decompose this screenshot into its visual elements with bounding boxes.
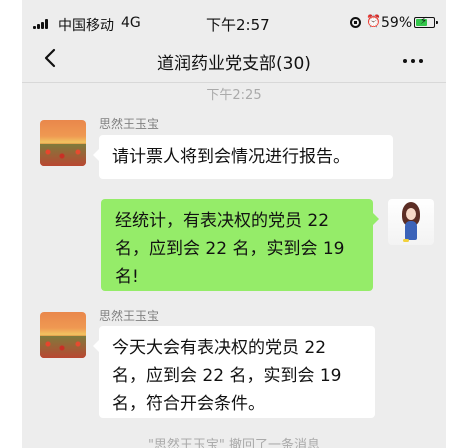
avatar-dress-shape <box>405 221 417 240</box>
sender-name: 思然王玉宝 <box>99 117 160 131</box>
avatar-shoe-shape <box>403 239 409 242</box>
recall-notice: "思然王玉宝" 撤回了一条消息 <box>147 438 321 448</box>
message-timestamp: 下午2:25 <box>206 88 262 103</box>
status-time: 下午2:57 <box>206 16 270 34</box>
own-avatar[interactable] <box>388 199 434 245</box>
avatar-face-shape <box>406 208 416 220</box>
charging-icon: ⚡ <box>420 16 428 27</box>
incoming-message-bubble[interactable]: 今天大会有表决权的党员 22 名，应到会 22 名，实到会 19 名，符合开会条… <box>93 326 375 418</box>
lock-rotation-icon <box>350 17 361 28</box>
sender-avatar[interactable] <box>40 312 86 358</box>
signal-icon <box>33 19 50 29</box>
incoming-message-bubble[interactable]: 请计票人将到会情况进行报告。 <box>93 135 393 179</box>
outgoing-message-bubble[interactable]: 经统计，有表决权的党员 22 名，应到会 22 名，实到会 19 名! <box>101 199 379 291</box>
sender-avatar[interactable] <box>40 120 86 166</box>
chat-screen: 中国移动 4G 下午2:57 ⏰ 59% ⚡ 道润药业党支部(30) 下午2:2… <box>22 0 446 448</box>
carrier-name: 中国移动 <box>58 18 114 34</box>
battery-tip <box>436 21 438 24</box>
network-type: 4G <box>121 15 141 31</box>
battery-icon: ⚡ <box>414 16 438 28</box>
more-icon[interactable] <box>403 51 423 69</box>
status-bar: 中国移动 4G 下午2:57 ⏰ 59% ⚡ <box>22 0 446 38</box>
chat-header: 道润药业党支部(30) <box>22 38 446 83</box>
chat-title: 道润药业党支部(30) <box>157 54 311 74</box>
sender-name: 思然王玉宝 <box>99 309 160 323</box>
alarm-icon: ⏰ <box>366 14 381 28</box>
battery-percent: 59% <box>381 15 413 31</box>
